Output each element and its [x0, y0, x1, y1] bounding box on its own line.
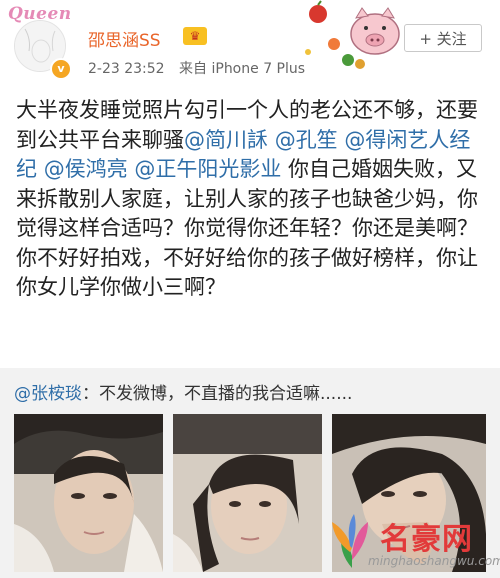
- card-decoration-icon: [305, 0, 400, 69]
- mention-link[interactable]: @孔笙: [275, 128, 338, 152]
- mention-link[interactable]: @简川訸: [184, 128, 268, 152]
- vip-crown-icon: ♛: [183, 27, 207, 45]
- watermark-name: 名豪网: [380, 522, 473, 557]
- post-body: 大半夜发睡觉照片勾引一个人的老公还不够，还要到公共平台来聊骚@简川訸 @孔笙 @…: [16, 96, 488, 303]
- watermark: 名豪网 minghaoshangwu.com: [320, 508, 500, 574]
- mention-link[interactable]: @正午阳光影业: [134, 157, 281, 181]
- username[interactable]: 邵思涵SS: [88, 26, 161, 51]
- timestamp: 2-23 23:52: [88, 61, 165, 77]
- repost-photo-2[interactable]: [173, 414, 322, 572]
- repost-author-mention[interactable]: @张桉琰: [14, 384, 82, 404]
- verified-icon: v: [50, 58, 72, 80]
- repost-content: ：不发微博，不直播的我合适嘛......: [82, 384, 353, 404]
- watermark-url: minghaoshangwu.com: [368, 554, 500, 568]
- repost-photo-1[interactable]: [14, 414, 163, 572]
- repost-text: @张桉琰：不发微博，不直播的我合适嘛......: [14, 379, 352, 404]
- mention-link[interactable]: @侯鸿亮: [44, 157, 128, 181]
- post-source: 来自 iPhone 7 Plus: [179, 61, 306, 77]
- post-header: Queen v 邵思涵SS ♛ 2-23 23:52 来自 iPhone 7 P…: [0, 0, 500, 90]
- repost-card[interactable]: @张桉琰：不发微博，不直播的我合适嘛...... 名豪网 minghaoshan…: [0, 368, 500, 578]
- post-text: [37, 157, 44, 181]
- follow-button[interactable]: + 关注: [404, 24, 482, 52]
- post-meta: 2-23 23:52 来自 iPhone 7 Plus: [88, 58, 305, 78]
- post-text: [268, 128, 275, 152]
